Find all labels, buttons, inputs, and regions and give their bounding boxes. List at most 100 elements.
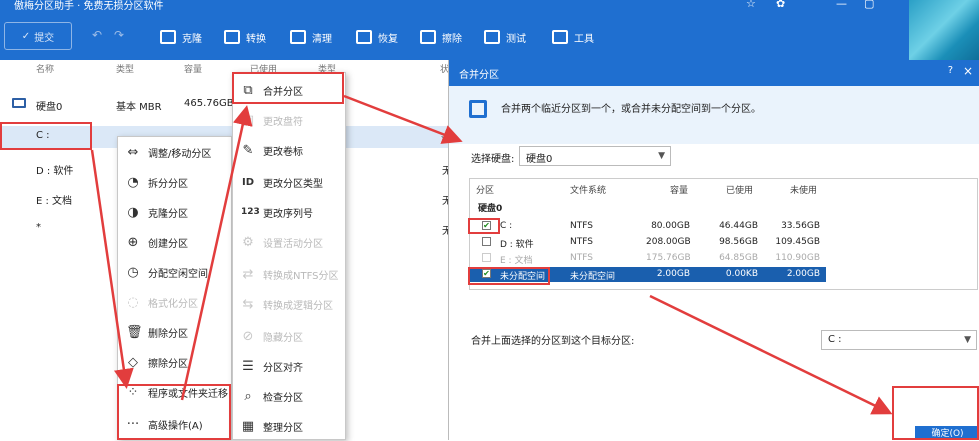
- pencil-icon: ✎: [242, 142, 254, 158]
- submenu-serial[interactable]: 123 更改序列号: [233, 197, 345, 227]
- convert-icon: [224, 30, 240, 44]
- erase-icon: ◇: [128, 354, 138, 370]
- submenu-label[interactable]: ✎ 更改卷标: [233, 135, 345, 165]
- header-size: 容量: [670, 186, 689, 196]
- menu-split[interactable]: ◔ 拆分分区: [118, 167, 231, 197]
- header-fs: 文件系统: [570, 186, 607, 196]
- menu-label: 转换成NTFS分区: [263, 270, 339, 282]
- toolbar-clone[interactable]: 克隆: [160, 26, 202, 48]
- col-size[interactable]: 容量: [184, 62, 202, 76]
- disk-type: 基本 MBR: [116, 102, 162, 113]
- menu-label: 检查分区: [263, 392, 303, 404]
- advanced-submenu: ⧉ 合并分区 ▣ 更改盘符 ✎ 更改卷标 ID 更改分区类型 123 更改序列号 ⚙ 设置活…: [232, 72, 346, 440]
- highlight-c-partition: [0, 122, 92, 150]
- disk-select[interactable]: 硬盘0 ▼: [519, 146, 671, 166]
- toolbar-label: 克隆: [182, 33, 202, 45]
- format-icon: ◌: [127, 294, 139, 310]
- partition-row-d[interactable]: D : 软件 NTFS 208.00GB 98.56GB 109.45GB: [470, 235, 826, 250]
- cell-fs: 未分配空间: [570, 272, 616, 282]
- move-icon: ⇔: [127, 144, 139, 160]
- dialog-title: 合并分区: [459, 70, 499, 81]
- toolbar-tools[interactable]: 工具: [552, 26, 594, 48]
- toolbar-wipe[interactable]: 擦除: [420, 26, 462, 48]
- submenu-align[interactable]: ☰ 分区对齐: [233, 351, 345, 381]
- menu-label: 删除分区: [148, 328, 188, 340]
- cell-name: D : 软件: [500, 240, 534, 250]
- toolbar-restore[interactable]: 恢复: [356, 26, 398, 48]
- menu-label: 更改卷标: [263, 146, 303, 158]
- menu-allocate[interactable]: ◷ 分配空闲空间: [118, 257, 231, 287]
- close-button[interactable]: ×: [963, 64, 973, 78]
- cell-free: 109.45GB: [775, 237, 820, 247]
- id-icon: ID: [241, 176, 255, 188]
- defrag-icon: ▦: [241, 418, 255, 434]
- menu-label: 更改分区类型: [263, 178, 323, 190]
- test-icon: [484, 30, 500, 44]
- menu-label: 调整/移动分区: [148, 148, 212, 160]
- target-partition-select[interactable]: C : ▼: [821, 330, 977, 350]
- toolbar-clean[interactable]: 清理: [290, 26, 332, 48]
- app-title: 傲梅分区助手 · 免费无损分区软件: [14, 1, 164, 12]
- toolbar-label: 工具: [574, 33, 594, 45]
- menu-label: 拆分分区: [148, 178, 188, 190]
- redo-icon[interactable]: ↷: [114, 28, 124, 42]
- checkbox-d[interactable]: [482, 237, 491, 246]
- submenu-drive-letter: ▣ 更改盘符: [233, 105, 345, 135]
- submenu-check[interactable]: ⌕ 检查分区: [233, 381, 345, 411]
- col-name[interactable]: 名称: [36, 62, 54, 76]
- header-partition: 分区: [476, 186, 495, 196]
- dialog-description: 合并两个临近分区到一个，或合并未分配空间到一个分区。: [449, 86, 979, 144]
- wipe-icon: [420, 30, 436, 44]
- col-type[interactable]: 类型: [116, 62, 134, 76]
- menu-label: 分配空闲空间: [148, 268, 208, 280]
- toolbar-convert[interactable]: 转换: [224, 26, 266, 48]
- minimize-button[interactable]: —: [836, 0, 847, 10]
- clean-icon: [290, 30, 306, 44]
- search-icon: ⌕: [244, 388, 252, 404]
- toolbar-label: 擦除: [442, 33, 462, 45]
- select-disk-label: 选择硬盘:: [471, 154, 515, 165]
- tools-icon: [552, 30, 568, 44]
- menu-label: 更改序列号: [263, 208, 313, 220]
- header-free: 未使用: [790, 186, 818, 196]
- submit-label: 提交: [34, 32, 55, 44]
- cell-size: 208.00GB: [646, 237, 691, 247]
- restore-icon: [356, 30, 372, 44]
- cell-free: 33.56GB: [781, 221, 820, 231]
- toolbar-label: 清理: [312, 33, 332, 45]
- submenu-defrag[interactable]: ▦ 整理分区: [233, 411, 345, 441]
- menu-label: 克隆分区: [148, 208, 188, 220]
- serial-icon: 123: [241, 207, 260, 217]
- menu-move-resize[interactable]: ⇔ 调整/移动分区: [118, 137, 231, 167]
- menu-create[interactable]: ⊕ 创建分区: [118, 227, 231, 257]
- star-icon[interactable]: ☆: [746, 0, 756, 10]
- settings-icon[interactable]: ✿: [776, 0, 785, 10]
- description-text: 合并两个临近分区到一个，或合并未分配空间到一个分区。: [501, 104, 761, 115]
- cell-size: 80.00GB: [651, 221, 690, 231]
- cell-size: 175.76GB: [646, 253, 691, 263]
- main-toolbar: ✓ 提交 ↶ ↷ 克隆 转换 清理 恢复 擦除 测试 工具: [0, 14, 979, 60]
- align-icon: ☰: [242, 358, 254, 374]
- maximize-button[interactable]: ▢: [864, 0, 874, 10]
- help-button[interactable]: ?: [948, 65, 953, 76]
- menu-clone-partition[interactable]: ◑ 克隆分区: [118, 197, 231, 227]
- allocate-icon: ◷: [127, 264, 139, 280]
- toolbar-test[interactable]: 测试: [484, 26, 526, 48]
- menu-erase[interactable]: ◇ 擦除分区: [118, 347, 231, 377]
- menu-label: 转换成逻辑分区: [263, 300, 333, 312]
- cell-size: 2.00GB: [656, 269, 690, 279]
- submenu-active: ⚙ 设置活动分区: [233, 227, 345, 257]
- partition-row-c[interactable]: ✔ C : NTFS 80.00GB 46.44GB 33.56GB: [470, 219, 826, 234]
- menu-label: 更改盘符: [263, 116, 303, 128]
- logical-icon: ⇆: [242, 296, 254, 312]
- menu-label: 设置活动分区: [263, 238, 323, 250]
- dialog-titlebar: 合并分区 ? ×: [449, 60, 979, 86]
- undo-icon[interactable]: ↶: [92, 28, 102, 42]
- target-select-value: C :: [828, 334, 842, 345]
- disk-row[interactable]: 硬盘0 基本 MBR 465.76GB: [0, 98, 240, 114]
- submenu-type[interactable]: ID 更改分区类型: [233, 167, 345, 197]
- chevron-down-icon: ▼: [964, 335, 971, 345]
- menu-delete[interactable]: 🗑 删除分区: [118, 317, 231, 347]
- cell-fs: NTFS: [570, 253, 593, 263]
- submit-button[interactable]: ✓ 提交: [4, 22, 72, 50]
